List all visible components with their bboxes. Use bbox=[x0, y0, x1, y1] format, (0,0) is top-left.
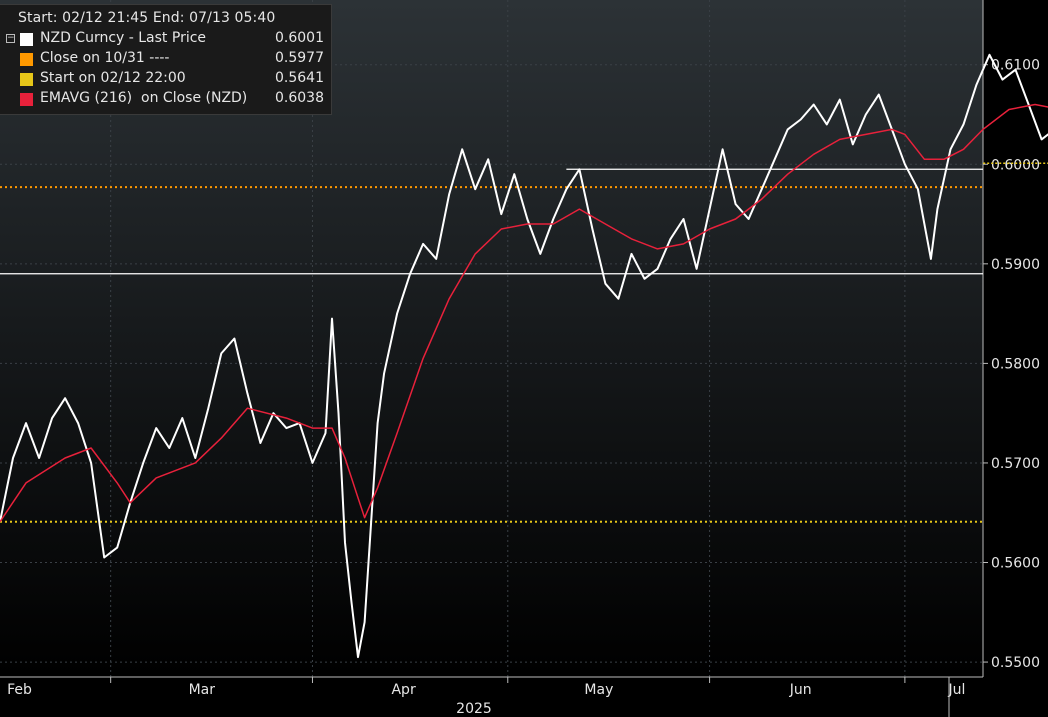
x-tick-label: Apr bbox=[391, 682, 415, 698]
legend-value-price: 0.6001 bbox=[275, 30, 324, 46]
legend-item-close[interactable]: Close on 10/31 ---- 0.5977 bbox=[0, 50, 332, 69]
legend-value-ema: 0.6038 bbox=[275, 90, 324, 106]
y-tick-label: 0.5800 bbox=[991, 356, 1040, 372]
legend-item-ema[interactable]: EMAVG (216) on Close (NZD) 0.6038 bbox=[0, 90, 332, 109]
legend-header: Start: 02/12 21:45 End: 07/13 05:40 bbox=[18, 10, 276, 26]
legend-label-start: Start on 02/12 22:00 bbox=[40, 70, 186, 86]
legend-swatch-close bbox=[20, 53, 33, 66]
legend-value-close: 0.5977 bbox=[275, 50, 324, 66]
legend-value-start: 0.5641 bbox=[275, 70, 324, 86]
legend-item-start[interactable]: Start on 02/12 22:00 0.5641 bbox=[0, 70, 332, 89]
legend-swatch-ema bbox=[20, 93, 33, 106]
legend-swatch-start bbox=[20, 73, 33, 86]
chart-container: 0.5500 0.5600 0.5700 0.5800 0.5900 0.6000 0.61… bbox=[0, 0, 1048, 717]
x-tick-label: Jun bbox=[789, 682, 812, 698]
legend-label-price: NZD Curncy - Last Price bbox=[40, 30, 207, 46]
legend-label-ema: EMAVG (216) on Close (NZD) bbox=[40, 90, 248, 106]
y-tick-label: 0.5600 bbox=[991, 556, 1040, 572]
y-tick-label: 0.5700 bbox=[991, 456, 1040, 472]
legend-item-price[interactable]: NZD Curncy - Last Price 0.6001 bbox=[0, 30, 332, 49]
x-tick-label: Jul bbox=[948, 682, 966, 698]
legend: − Start: 02/12 21:45 End: 07/13 05:40 NZ… bbox=[0, 4, 332, 115]
y-tick-label: 0.5900 bbox=[991, 257, 1040, 273]
x-axis-year-label: 2025 bbox=[456, 701, 492, 717]
x-tick-label: May bbox=[584, 682, 613, 698]
y-tick-label: 0.6000 bbox=[991, 157, 1040, 173]
legend-label-close: Close on 10/31 ---- bbox=[40, 50, 170, 66]
x-tick-label: Mar bbox=[189, 682, 216, 698]
y-tick-label: 0.5500 bbox=[991, 655, 1040, 671]
legend-swatch-price bbox=[20, 33, 33, 46]
x-tick-label: Feb bbox=[7, 682, 32, 698]
